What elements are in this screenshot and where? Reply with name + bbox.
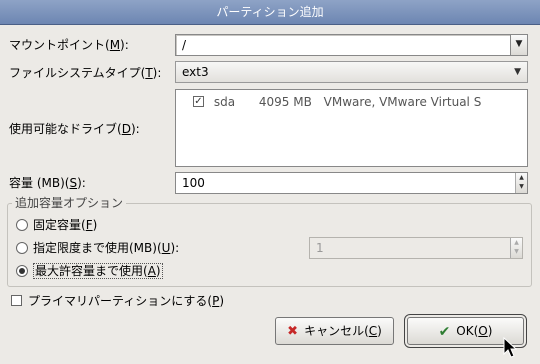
drive-row[interactable]: ✓ sda 4095 MB VMware, VMware Virtual S	[193, 94, 481, 110]
mount-point-input[interactable]: /	[175, 34, 512, 56]
radio-fill-to-max[interactable]: 最大許容量まで使用(A)	[16, 263, 163, 279]
drive-model: VMware, VMware Virtual S	[323, 95, 482, 109]
size-spin-buttons[interactable]: ▲ ▼	[515, 173, 527, 193]
mouse-pointer-icon	[503, 337, 517, 358]
size-label: 容量 (MB)(S):	[9, 176, 86, 190]
size-spinbox[interactable]: 100 ▲ ▼	[175, 172, 528, 194]
cross-icon: ✖	[287, 323, 299, 339]
fs-type-value: ext3	[182, 65, 209, 79]
triangle-down-icon: ▼	[515, 39, 523, 49]
limit-value: 1	[316, 241, 324, 255]
drive-name: sda	[213, 95, 236, 109]
dialog-title: パーティション追加	[0, 0, 540, 25]
triangle-down-icon: ▼	[514, 67, 521, 77]
primary-partition-checkbox-row[interactable]: プライマリパーティションにする(P)	[11, 293, 224, 309]
radio-fill-to-limit[interactable]: 指定限度まで使用(MB)(U):	[16, 240, 179, 256]
size-options-group-label: 追加容量オプション	[12, 196, 127, 210]
drive-size: 4095 MB	[258, 95, 312, 109]
drives-list[interactable]: ✓ sda 4095 MB VMware, VMware Virtual S	[175, 89, 528, 167]
fs-type-label: ファイルシステムタイプ(T):	[9, 66, 162, 80]
drive-checkbox[interactable]: ✓	[193, 96, 204, 107]
cancel-button[interactable]: ✖ キャンセル(C)	[275, 317, 394, 345]
limit-spinbox: 1 ▲ ▼	[309, 237, 523, 259]
primary-partition-checkbox[interactable]	[11, 295, 22, 306]
drives-label: 使用可能なドライブ(D):	[9, 122, 140, 136]
radio-fill-to-max-indicator[interactable]	[16, 264, 28, 277]
mount-point-dropdown-button[interactable]: ▼	[510, 34, 528, 56]
radio-fill-to-limit-indicator[interactable]	[16, 241, 28, 254]
radio-fixed-size-indicator[interactable]	[16, 218, 28, 231]
checkmark-icon: ✔	[438, 323, 451, 340]
size-value: 100	[182, 176, 205, 190]
radio-fixed-size[interactable]: 固定容量(F)	[16, 217, 97, 233]
fs-type-select[interactable]: ext3 ▼	[175, 61, 528, 83]
limit-spin-buttons: ▲ ▼	[510, 238, 522, 258]
mount-point-label: マウントポイント(M):	[9, 38, 129, 52]
add-partition-dialog: パーティション追加 マウントポイント(M): / ▼ ファイルシステムタイプ(T…	[0, 0, 540, 364]
